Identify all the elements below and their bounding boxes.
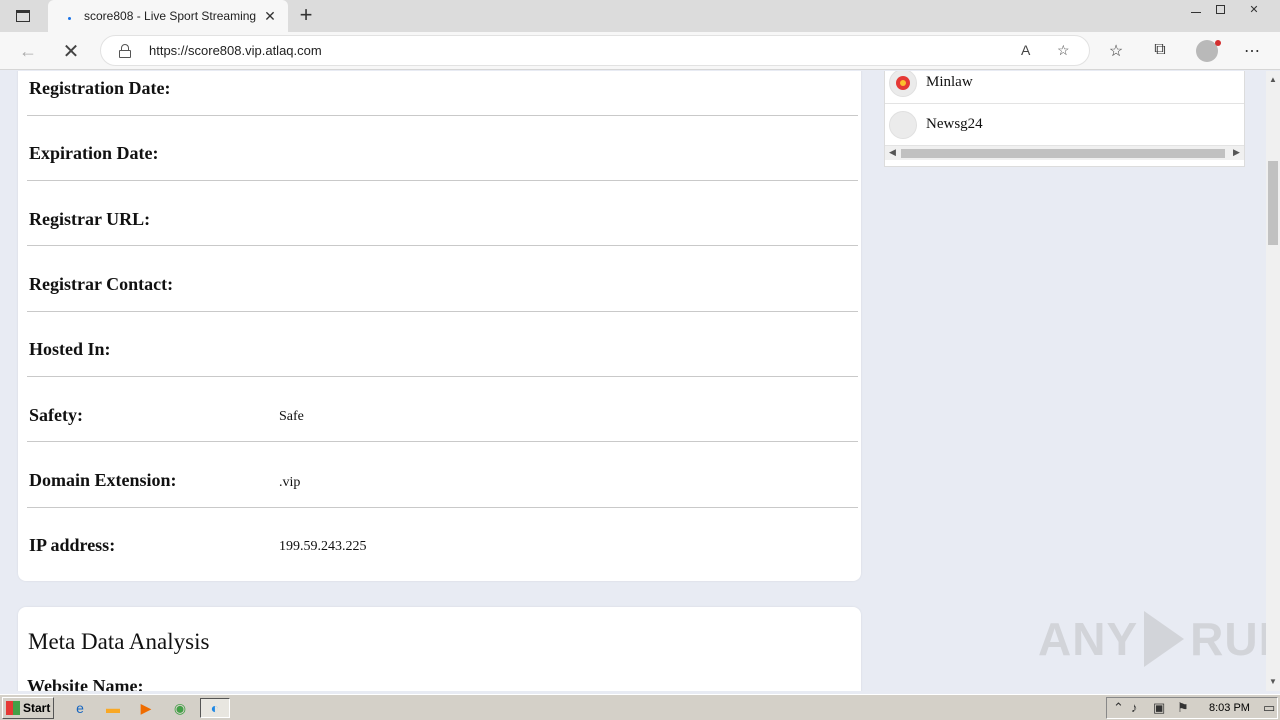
anyrun-watermark: ANY RUN — [1038, 611, 1266, 667]
scroll-down-arrow-icon[interactable]: ▼ — [1269, 677, 1277, 686]
browser-tab[interactable]: score808 - Live Sport Streaming, W ✕ — [48, 0, 288, 32]
site-name: Minlaw — [926, 74, 973, 90]
site-name: Newsg24 — [926, 116, 983, 132]
scroll-up-arrow-icon[interactable]: ▲ — [1269, 75, 1277, 84]
info-row: Registrar Contact: — [27, 247, 858, 312]
chrome-icon[interactable]: ◉ — [168, 698, 192, 718]
info-label: Registrar Contact: — [29, 274, 174, 294]
favorites-icon[interactable]: ☆ — [1104, 41, 1128, 61]
info-label: IP address: — [29, 535, 116, 555]
minimize-icon — [1191, 11, 1201, 13]
browser-titlebar: score808 - Live Sport Streaming, W ✕ + ✕ — [0, 0, 1280, 32]
add-favorite-icon[interactable]: ☆ — [1057, 42, 1070, 59]
info-row: IP address: 199.59.243.225 — [27, 508, 858, 573]
new-tab-button[interactable]: + — [294, 3, 318, 29]
scrollbar-thumb[interactable] — [901, 149, 1225, 158]
info-value: .vip — [279, 475, 301, 490]
info-value: 199.59.243.225 — [279, 539, 367, 554]
info-label: Registrar URL: — [29, 209, 151, 229]
info-label: Hosted In: — [29, 339, 111, 359]
start-button[interactable]: Start — [2, 697, 54, 719]
info-label: Registration Date: — [29, 78, 171, 98]
collections-icon[interactable]: ⧉ — [1148, 41, 1172, 59]
folder-icon[interactable]: ▬ — [101, 698, 125, 718]
ie-icon[interactable]: e — [68, 698, 92, 718]
watermark-right-text: RUN — [1190, 613, 1266, 665]
info-row: Domain Extension: .vip — [27, 443, 858, 508]
section-title: Meta Data Analysis — [28, 629, 210, 654]
url-text: https://score808.vip.atlaq.com — [149, 43, 322, 58]
edge-icon[interactable]: ◐ — [200, 698, 230, 718]
restore-button[interactable] — [1208, 0, 1232, 18]
info-label: Safety: — [29, 405, 83, 425]
media-player-icon[interactable]: ▶ — [134, 698, 158, 718]
browser-navbar: ← ✕ https://score808.vip.atlaq.com A ☆ ☆… — [0, 32, 1280, 70]
site-logo-icon — [889, 111, 917, 139]
list-item[interactable]: Newsg24 — [885, 104, 1244, 146]
network-icon[interactable]: ▣ — [1153, 700, 1165, 716]
scroll-right-arrow-icon[interactable]: ▶ — [1233, 147, 1240, 158]
domain-info-card: Registration Date: Expiration Date: Regi… — [18, 71, 861, 581]
back-button[interactable]: ← — [13, 36, 43, 66]
info-row: Expiration Date: — [27, 116, 858, 181]
info-label: Expiration Date: — [29, 143, 159, 163]
meta-data-card: Meta Data Analysis Website Name: — [18, 607, 861, 691]
minimize-button[interactable] — [1184, 0, 1208, 18]
page-content: Registration Date: Expiration Date: Regi… — [0, 71, 1266, 691]
scroll-left-arrow-icon[interactable]: ◀ — [889, 147, 896, 158]
info-row: Safety: Safe — [27, 377, 858, 442]
meta-label: Website Name: — [27, 676, 144, 691]
tray-expand-icon[interactable]: ⌃ — [1113, 700, 1124, 716]
info-value: Safe — [279, 409, 304, 424]
info-row: Registration Date: — [27, 71, 858, 116]
read-aloud-icon[interactable]: A — [1021, 42, 1030, 58]
related-sites-panel: Minlaw Newsg24 ◀ ▶ — [884, 71, 1245, 167]
flag-icon[interactable]: ⚑ — [1177, 700, 1189, 716]
stop-loading-button[interactable]: ✕ — [56, 36, 86, 66]
info-row: Hosted In: — [27, 312, 858, 377]
windows-logo-icon — [6, 701, 20, 715]
show-desktop-icon[interactable]: ▭ — [1263, 700, 1275, 716]
scrollbar-thumb[interactable] — [1268, 161, 1278, 245]
volume-icon[interactable]: ♪ — [1131, 700, 1138, 715]
lock-icon — [119, 44, 131, 58]
system-tray: ⌃ ♪ ▣ ⚑ 8:03 PM ▭ — [1106, 697, 1278, 719]
horizontal-scrollbar[interactable]: ◀ ▶ — [885, 146, 1244, 160]
play-icon — [1144, 611, 1185, 667]
site-logo-icon — [889, 71, 917, 97]
window-close-button[interactable]: ✕ — [1236, 0, 1272, 18]
tab-actions-icon — [16, 10, 30, 22]
more-menu-icon[interactable]: ⋯ — [1240, 41, 1264, 61]
loading-spinner-icon — [66, 12, 74, 20]
tab-actions-button[interactable] — [10, 6, 36, 26]
vertical-scrollbar[interactable]: ▲ ▼ — [1266, 71, 1280, 691]
tab-close-button[interactable]: ✕ — [262, 8, 278, 25]
tab-title: score808 - Live Sport Streaming, W — [84, 9, 256, 23]
start-label: Start — [23, 701, 51, 715]
profile-avatar[interactable] — [1196, 40, 1221, 62]
restore-icon — [1215, 4, 1225, 14]
watermark-left-text: ANY — [1038, 613, 1139, 665]
taskbar: Start e ▬ ▶ ◉ ◐ ⌃ ♪ ▣ ⚑ 8:03 PM ▭ — [0, 694, 1280, 720]
info-row: Registrar URL: — [27, 181, 858, 246]
list-item[interactable]: Minlaw — [885, 71, 1244, 104]
taskbar-clock: 8:03 PM — [1209, 702, 1250, 714]
address-bar[interactable]: https://score808.vip.atlaq.com A ☆ — [100, 35, 1090, 66]
info-label: Domain Extension: — [29, 470, 177, 490]
